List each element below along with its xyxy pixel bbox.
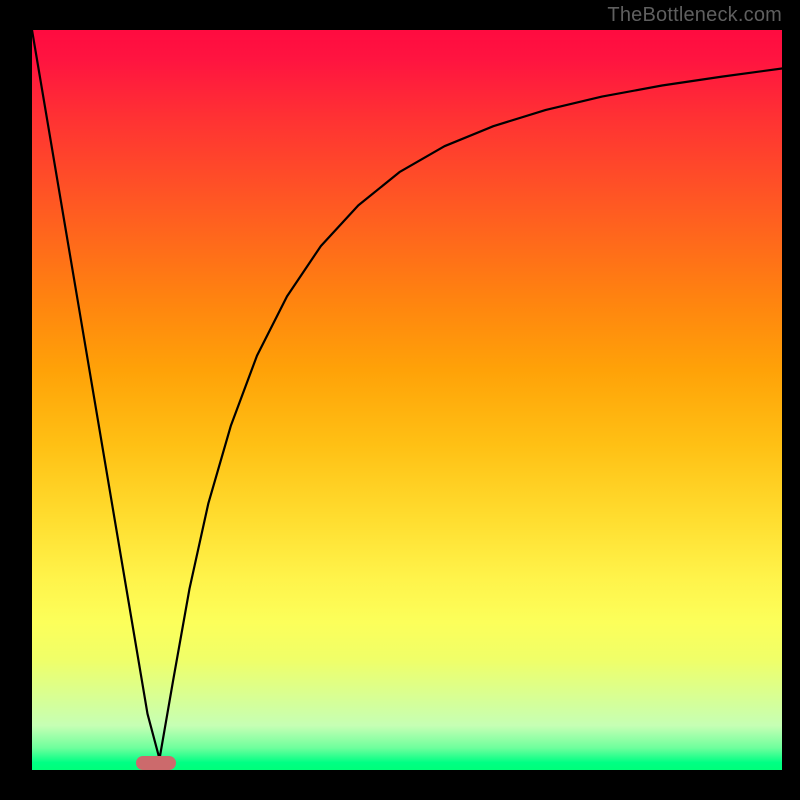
- curve-layer: [32, 30, 782, 770]
- chart-frame: TheBottleneck.com: [0, 0, 800, 800]
- plot-area: [32, 30, 782, 770]
- bottleneck-curve: [32, 30, 782, 759]
- minimum-marker: [136, 756, 176, 770]
- watermark-text: TheBottleneck.com: [607, 4, 782, 27]
